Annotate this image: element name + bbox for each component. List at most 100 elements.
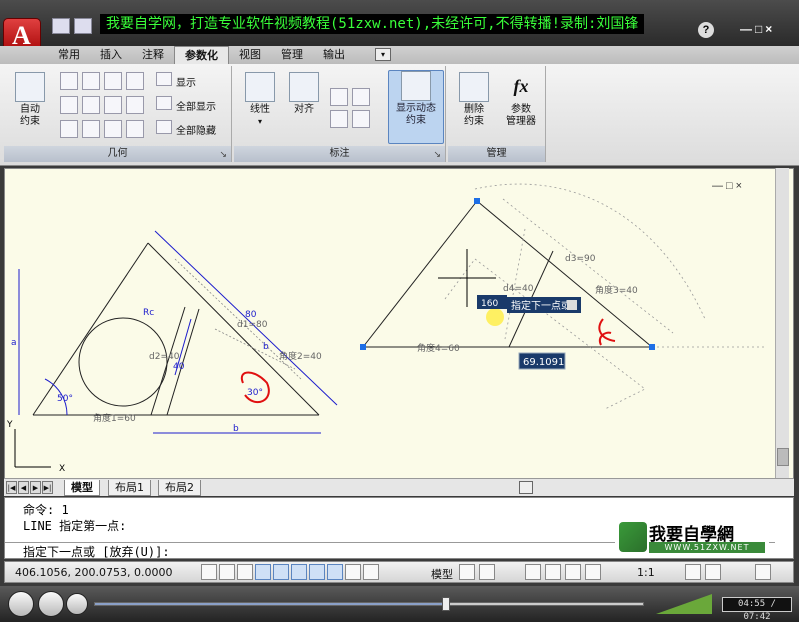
lineweight-icon[interactable]: [345, 564, 361, 580]
symmetric-icon[interactable]: [104, 120, 122, 138]
auto-constrain-button[interactable]: 自动 约束: [10, 72, 50, 128]
hide-all-button[interactable]: 全部隐藏: [176, 122, 216, 137]
prev-layout-icon[interactable]: ◀: [18, 481, 29, 494]
tab-insert[interactable]: 插入: [90, 46, 132, 64]
parameters-manager-button[interactable]: fx 参数 管理器: [498, 72, 544, 128]
vertical-icon[interactable]: [126, 96, 144, 114]
smooth-icon[interactable]: [82, 120, 100, 138]
pause-icon[interactable]: [38, 591, 64, 617]
help-icon[interactable]: ?: [698, 22, 714, 38]
seek-thumb[interactable]: [441, 597, 450, 611]
last-layout-icon[interactable]: ▶|: [42, 481, 53, 494]
model-space-button[interactable]: 模型: [431, 566, 453, 582]
perpendicular-icon[interactable]: [82, 96, 100, 114]
grip-point: [474, 198, 480, 204]
tab-parametric[interactable]: 参数化: [174, 46, 229, 64]
concentric-icon[interactable]: [104, 72, 122, 90]
tab-layout1[interactable]: 布局1: [108, 480, 151, 496]
left-triangle-side-a: [32, 242, 149, 416]
drawing-window-controls[interactable]: —□×: [712, 180, 745, 192]
length-input-value[interactable]: 69.1091: [523, 357, 564, 368]
snap-mode-icon[interactable]: [201, 564, 217, 580]
seek-progress: [95, 603, 446, 605]
show-dynamic-constraints-button[interactable]: 显示动态 约束: [388, 70, 444, 144]
horizontal-icon[interactable]: [104, 96, 122, 114]
annotation-scale[interactable]: 1:1: [637, 566, 655, 579]
preview-rect: [444, 258, 646, 410]
equal-icon[interactable]: [126, 120, 144, 138]
new-file-icon[interactable]: [52, 18, 70, 34]
toolbar-lock-icon[interactable]: [705, 564, 721, 580]
layout-view-icon[interactable]: [459, 564, 475, 580]
first-layout-icon[interactable]: |◀: [6, 481, 17, 494]
delete-constraints-label: 删除 约束: [464, 104, 484, 127]
dynamic-input-icon[interactable]: [327, 564, 343, 580]
ribbon-minimize-arrow-icon[interactable]: ▾: [375, 48, 391, 61]
ucs-icon: [14, 429, 51, 468]
delete-constraints-button[interactable]: 删除 约束: [454, 72, 494, 128]
panel-expander-icon[interactable]: ↘: [219, 150, 227, 160]
dynamic-constraint-lock-icon: [401, 71, 431, 101]
play-icon[interactable]: [8, 591, 34, 617]
workspace-icon[interactable]: [685, 564, 701, 580]
linear-button[interactable]: 线性 ▾: [240, 72, 280, 128]
parallel-icon[interactable]: [60, 96, 78, 114]
stop-icon[interactable]: [66, 593, 88, 615]
angular-icon[interactable]: [330, 88, 348, 106]
window-controls[interactable]: —□×: [740, 22, 775, 36]
geometric-panel: 自动 约束 显示 全部显示 全部隐藏 几何 ↘: [4, 66, 232, 162]
tab-manage[interactable]: 管理: [271, 46, 313, 64]
dynamic-prompt-text: 指定下一点或: [511, 299, 571, 312]
fix-lock-icon[interactable]: [126, 72, 144, 90]
radius-icon[interactable]: [352, 88, 370, 106]
vertical-scrollbar[interactable]: [775, 168, 789, 478]
steering-wheel-icon[interactable]: [565, 564, 581, 580]
tab-view[interactable]: 视图: [229, 46, 271, 64]
show-icon: [156, 72, 172, 86]
drawing-svg[interactable]: Rc d1=80 80 d2=40 40 b 角度2=40 角度1=60 50°…: [5, 169, 775, 479]
label-rc: Rc: [143, 308, 154, 318]
show-all-button[interactable]: 全部显示: [176, 98, 216, 113]
tab-annotate[interactable]: 注释: [132, 46, 174, 64]
ortho-mode-icon[interactable]: [237, 564, 253, 580]
label-80: 80: [245, 310, 257, 320]
drawing-canvas[interactable]: Rc d1=80 80 d2=40 40 b 角度2=40 角度1=60 50°…: [4, 168, 794, 496]
object-snap-icon[interactable]: [273, 564, 289, 580]
panel-expander-icon[interactable]: ↘: [433, 150, 441, 160]
dimension-panel-title: 标注: [234, 146, 445, 162]
label-d3: d3=90: [565, 254, 596, 264]
clean-screen-icon[interactable]: [755, 564, 771, 580]
tab-layout2[interactable]: 布局2: [158, 480, 201, 496]
tab-model[interactable]: 模型: [64, 480, 100, 496]
ucs-x-label: X: [59, 464, 65, 474]
aligned-button[interactable]: 对齐: [284, 72, 324, 116]
quick-properties-icon[interactable]: [363, 564, 379, 580]
dynamic-ucs-icon[interactable]: [309, 564, 325, 580]
next-layout-icon[interactable]: ▶: [30, 481, 41, 494]
show-all-icon: [156, 96, 172, 110]
tab-output[interactable]: 输出: [313, 46, 355, 64]
tangent-icon[interactable]: [60, 120, 78, 138]
convert-icon[interactable]: [352, 110, 370, 128]
vertical-scroll-thumb[interactable]: [777, 448, 789, 466]
open-file-icon[interactable]: [74, 18, 92, 34]
show-constraints-button[interactable]: 显示: [176, 74, 196, 89]
diameter-icon[interactable]: [330, 110, 348, 128]
collinear-icon[interactable]: [82, 72, 100, 90]
horizontal-scroll-left-icon[interactable]: [519, 481, 533, 494]
label-angle1: 角度1=60: [93, 412, 136, 424]
object-snap-tracking-icon[interactable]: [291, 564, 307, 580]
tab-home[interactable]: 常用: [48, 46, 90, 64]
coincident-icon[interactable]: [60, 72, 78, 90]
volume-slider[interactable]: [656, 592, 712, 614]
showmotion-icon[interactable]: [585, 564, 601, 580]
polar-tracking-icon[interactable]: [255, 564, 271, 580]
seek-bar[interactable]: [94, 597, 644, 611]
red-mark-1: [598, 318, 616, 342]
pan-icon[interactable]: [525, 564, 541, 580]
layout-view-icon[interactable]: [479, 564, 495, 580]
grid-display-icon[interactable]: [219, 564, 235, 580]
label-a: a: [11, 338, 17, 348]
auto-constrain-icon: [15, 72, 45, 102]
zoom-icon[interactable]: [545, 564, 561, 580]
